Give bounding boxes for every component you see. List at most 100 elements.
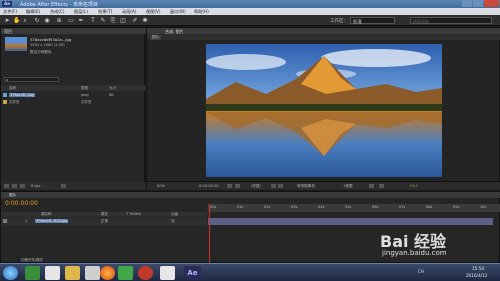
layer-name: 378acc8...820.jpg (35, 219, 69, 223)
rotate-tool-icon[interactable]: ↻ (34, 18, 40, 24)
clock-date[interactable]: 2016/4/12 (466, 273, 487, 278)
tick-label: 05s (345, 205, 352, 209)
pen-tool-icon[interactable]: ✒ (78, 18, 84, 24)
hand-tool-icon[interactable]: ✋ (13, 18, 20, 24)
list-item[interactable]: 文件夹 文件夹 (1, 99, 146, 105)
menu-bar: 文件(F) 编辑(E) 合成(C) 图层(L) 效果(T) 动画(A) 视图(V… (0, 8, 500, 15)
tick-label: 03s (291, 205, 298, 209)
layer-columns: 源名称 模式 T TrkMat 父级 (1, 212, 207, 217)
folder-icon (3, 100, 7, 104)
comp-subtab[interactable]: 图片 (150, 35, 162, 40)
col-source-name[interactable]: 源名称 (41, 212, 52, 217)
tick-label: 09s (453, 205, 460, 209)
record-icon[interactable] (138, 266, 153, 280)
language-indicator[interactable]: CH (418, 269, 424, 274)
viewer-timecode[interactable]: 0:00:00:00 (199, 184, 219, 188)
col-name[interactable]: 名称 (9, 86, 16, 91)
app-icon[interactable] (25, 266, 40, 280)
project-tab-bar: 项目 (1, 28, 146, 34)
brush-tool-icon[interactable]: ✎ (100, 18, 106, 24)
file-sub: 数百万种颜色 (30, 50, 52, 54)
timeline-tab-bar: 图片 (1, 192, 500, 198)
views-select[interactable]: 1视图 (343, 184, 352, 189)
fast-preview-icon[interactable] (369, 184, 374, 188)
maximize-button[interactable] (473, 0, 483, 7)
file-info: 1920 x 1080 (1.00) (30, 43, 65, 47)
clock-time[interactable]: 15:54 (472, 266, 484, 271)
table-row[interactable]: 1 378acc8...820.jpg 正常 无 (1, 218, 207, 225)
delete-icon[interactable] (61, 184, 66, 188)
start-button-icon[interactable] (3, 266, 18, 280)
text-tool-icon[interactable]: T (90, 18, 96, 24)
after-effects-taskbar-icon[interactable]: Ae (184, 266, 201, 280)
close-button[interactable] (484, 0, 499, 7)
new-folder-icon[interactable] (12, 184, 17, 188)
pan-behind-tool-icon[interactable]: ⊕ (56, 18, 62, 24)
item-size: KB (109, 93, 114, 97)
composition-viewer[interactable] (206, 44, 442, 177)
workspace-value: 标准 (353, 20, 362, 25)
viewer-controls: 50% 0:00:00:00 (完整) 有效摄像机 1视图 +0.0 (147, 181, 500, 190)
new-composition-icon[interactable] (20, 184, 25, 188)
layer-mode[interactable]: 正常 (101, 219, 108, 224)
puppet-tool-icon[interactable]: ✱ (142, 18, 148, 24)
col-size[interactable]: 大小 (109, 86, 116, 91)
firefox-icon[interactable] (100, 266, 115, 280)
bpc-label[interactable]: 8 bpc (31, 184, 41, 188)
transparency-grid-icon[interactable] (278, 184, 283, 188)
channel-icon[interactable] (235, 184, 240, 188)
app-icon[interactable] (85, 266, 100, 280)
after-effects-icon: Ae (2, 1, 12, 7)
tick-label: 00s (210, 205, 217, 209)
roto-brush-tool-icon[interactable]: ✐ (132, 18, 138, 24)
help-search-input[interactable]: 搜索帮助 (410, 17, 492, 24)
item-type: Jpeg (81, 93, 89, 97)
list-item[interactable]: 378acc8...jpg Jpeg KB (1, 92, 146, 98)
project-search-input[interactable]: ρ (4, 77, 59, 82)
col-type[interactable]: 类型 (81, 86, 88, 91)
region-of-interest-icon[interactable] (271, 184, 276, 188)
app-icon[interactable] (160, 266, 175, 280)
project-tab[interactable]: 项目 (4, 29, 12, 35)
timeline-timecode[interactable]: 0:00:00:00 (5, 200, 38, 207)
timeline-toggle-icon[interactable] (379, 184, 384, 188)
eraser-tool-icon[interactable]: ◫ (120, 18, 126, 24)
footage-icon (3, 93, 7, 97)
camera-select[interactable]: 有效摄像机 (297, 184, 315, 189)
layer-parent[interactable]: 无 (171, 219, 175, 224)
app-icon[interactable] (45, 266, 60, 280)
col-parent[interactable]: 父级 (171, 212, 178, 217)
app-icon[interactable] (118, 266, 133, 280)
time-ruler[interactable]: 00s 01s 02s 03s 04s 05s 06s 07s 08s 09s … (208, 204, 500, 212)
clone-tool-icon[interactable]: ⎘ (110, 18, 116, 24)
rectangle-tool-icon[interactable]: ▭ (68, 18, 74, 24)
file-name: 378acc8df53a2a...jpg (30, 37, 72, 42)
current-time-indicator[interactable] (209, 204, 210, 264)
snapshot-icon[interactable] (227, 184, 232, 188)
workspace-select[interactable]: 标准 (350, 17, 395, 25)
project-columns: 名称 类型 大小 (1, 85, 146, 91)
tick-label: 02s (264, 205, 271, 209)
col-trkmat[interactable]: T TrkMat (126, 212, 141, 216)
timeline-tab[interactable]: 图片 (9, 193, 16, 198)
zoom-select[interactable]: 50% (157, 184, 165, 188)
item-name: 378acc8...jpg (9, 93, 35, 97)
col-mode[interactable]: 模式 (101, 212, 108, 217)
tick-label: 07s (399, 205, 406, 209)
composition-panel: 合成: 图片 图片 50% 0:00:00:00 (完整) 有效摄像机 1视图 … (146, 27, 500, 190)
exposure-value[interactable]: +0.0 (409, 184, 418, 188)
zoom-tool-icon[interactable]: ⌕ (22, 18, 28, 24)
layer-number: 1 (25, 219, 28, 223)
tick-label: 10s (480, 205, 487, 209)
layer-duration-bar[interactable] (208, 218, 493, 225)
interpret-footage-icon[interactable] (4, 184, 9, 188)
project-panel: 项目 378acc8df53a2a...jpg 1920 x 1080 (1.0… (0, 27, 146, 190)
project-search-placeholder: ρ (6, 78, 9, 82)
minimize-button[interactable] (462, 0, 472, 7)
folder-icon[interactable] (65, 266, 80, 280)
resolution-select[interactable]: (完整) (251, 184, 261, 189)
project-footer: 8 bpc (1, 182, 146, 190)
camera-tool-icon[interactable]: ◉ (44, 18, 50, 24)
eye-icon[interactable] (3, 219, 7, 223)
selection-tool-icon[interactable]: ➤ (4, 18, 10, 24)
